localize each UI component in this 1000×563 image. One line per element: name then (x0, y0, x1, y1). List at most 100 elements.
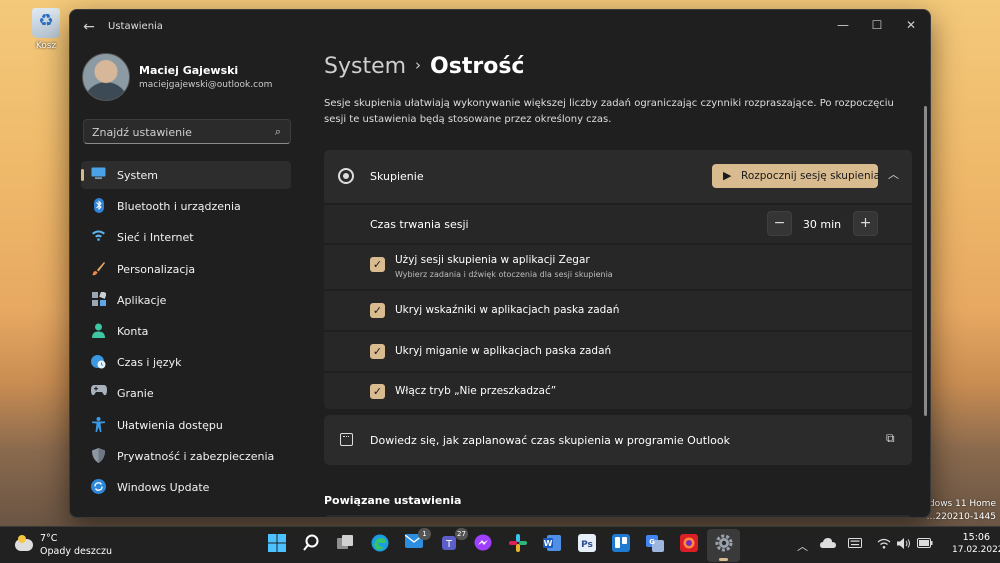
sidebar-item-label: Sieć i Internet (117, 231, 194, 245)
chevron-up-icon[interactable]: ︿ (888, 166, 899, 182)
recycle-bin-icon (32, 8, 60, 38)
page-title: Ostrość (430, 54, 525, 79)
scrollbar[interactable] (924, 106, 927, 416)
sidebar-item-bluetooth[interactable]: Bluetooth i urządzenia (81, 192, 291, 220)
sidebar-item-label: Personalizacja (117, 262, 196, 276)
checkbox-do-not-disturb[interactable]: ✓ (370, 384, 385, 399)
translator-icon[interactable]: G (644, 534, 666, 556)
clock-time: 15:06 (962, 532, 990, 543)
wifi-icon (91, 229, 106, 244)
option-label: Użyj sesji skupienia w aplikacji Zegar (395, 254, 590, 266)
outlook-link-card[interactable]: Dowiedz się, jak zaplanować czas skupien… (324, 415, 912, 465)
search-icon[interactable]: ⌕ (275, 125, 281, 139)
volume-icon[interactable] (897, 538, 911, 552)
settings-window: ← Ustawienia — ☐ ✕ Maciej Gajewski macie… (69, 9, 931, 518)
checkbox-clock-app[interactable]: ✓ (370, 257, 385, 272)
clock[interactable]: 15:06 17.02.2022 (952, 532, 1000, 555)
sidebar-item-label: Konta (117, 324, 149, 338)
focus-card-title: Skupienie (370, 170, 424, 183)
brush-icon (91, 261, 106, 276)
chevron-up-tray-icon[interactable]: ︿ (797, 538, 808, 554)
sidebar-item-label: Windows Update (117, 480, 210, 494)
checkbox-hide-flashing[interactable]: ✓ (370, 344, 385, 359)
option-label: Ukryj wskaźniki w aplikacjach paska zada… (395, 304, 620, 316)
sidebar-item-apps[interactable]: Aplikacje (81, 286, 291, 314)
onedrive-icon[interactable] (820, 538, 836, 551)
outlook-link-label: Dowiedz się, jak zaplanować czas skupien… (370, 434, 730, 447)
increase-duration-button[interactable]: + (853, 211, 878, 236)
search-taskbar-icon[interactable] (300, 534, 322, 556)
sidebar-item-system[interactable]: System (81, 161, 291, 189)
weather-icon (15, 535, 33, 551)
back-button[interactable]: ← (78, 17, 100, 37)
settings-gear-icon[interactable] (713, 534, 735, 556)
trello-icon[interactable] (610, 534, 632, 556)
sidebar-item-time-language[interactable]: Czas i język (81, 348, 291, 376)
sidebar-item-label: System (117, 169, 159, 182)
svg-text:W: W (544, 539, 553, 548)
breadcrumb-system[interactable]: System (324, 54, 406, 79)
weather-condition: Opady deszczu (40, 546, 113, 557)
option-hide-badges[interactable]: ✓ Ukryj wskaźniki w aplikacjach paska za… (324, 291, 912, 330)
teams-icon[interactable]: T 27 (440, 528, 468, 556)
sidebar-nav: System Bluetooth i urządzenia Sieć i Int… (81, 161, 291, 504)
app-title: Ustawienia (108, 21, 163, 32)
account-icon (91, 323, 106, 338)
weather-temp: 7°C (40, 533, 58, 544)
related-settings-header: Powiązane ustawienia (324, 494, 462, 507)
sidebar-item-label: Granie (117, 387, 154, 401)
calendar-icon (340, 433, 353, 446)
search-input[interactable]: Znajdź ustawienie ⌕ (83, 119, 291, 144)
focus-card-header[interactable]: Skupienie ▶ Rozpocznij sesję skupienia ︿ (324, 150, 912, 203)
battery-icon[interactable] (917, 538, 933, 551)
slack-icon[interactable] (507, 534, 529, 556)
sidebar-item-accessibility[interactable]: Ułatwienia dostępu (81, 411, 291, 439)
gamepad-icon (91, 385, 107, 400)
option-do-not-disturb[interactable]: ✓ Włącz tryb „Nie przeszkadzać” (324, 373, 912, 409)
accessibility-icon (91, 416, 106, 432)
apps-icon (91, 290, 107, 307)
checkbox-hide-badges[interactable]: ✓ (370, 303, 385, 318)
sidebar-item-accounts[interactable]: Konta (81, 317, 291, 345)
sidebar-item-label: Ułatwienia dostępu (117, 418, 223, 432)
option-hide-flashing[interactable]: ✓ Ukryj miganie w aplikacjach paska zada… (324, 332, 912, 371)
breadcrumb: System › Ostrość (324, 54, 524, 79)
start-icon[interactable] (266, 534, 288, 556)
task-view-icon[interactable] (334, 534, 356, 556)
session-duration-row: Czas trwania sesji − 30 min + (324, 205, 912, 243)
sidebar-item-personalization[interactable]: Personalizacja (81, 255, 291, 283)
option-label: Ukryj miganie w aplikacjach paska zadań (395, 345, 612, 357)
option-clock-app[interactable]: ✓ Użyj sesji skupienia w aplikacji Zegar… (324, 245, 912, 289)
wifi-tray-icon[interactable] (877, 538, 891, 552)
sidebar-item-privacy[interactable]: Prywatność i zabezpieczenia (81, 442, 291, 470)
svg-text:T: T (445, 539, 453, 550)
start-focus-session-button[interactable]: ▶ Rozpocznij sesję skupienia (712, 164, 880, 188)
recycle-bin-desktop-icon[interactable]: Kosz (26, 8, 66, 51)
profile-name: Maciej Gajewski (139, 64, 239, 77)
word-icon[interactable]: W (541, 534, 563, 556)
teams-badge: 27 (455, 528, 468, 540)
sidebar-item-windows-update[interactable]: Windows Update (81, 473, 291, 501)
decrease-duration-button[interactable]: − (767, 211, 792, 236)
mail-badge: 1 (418, 528, 431, 540)
duration-value: 30 min (802, 218, 842, 231)
sidebar-item-gaming[interactable]: Granie (81, 379, 291, 407)
avatar (82, 53, 130, 101)
messenger-icon[interactable] (472, 534, 494, 556)
related-settings-card[interactable] (324, 515, 912, 517)
option-sublabel: Wybierz zadania i dźwięk otoczenia dla s… (395, 270, 613, 279)
update-icon (91, 478, 106, 494)
recycle-bin-label: Kosz (35, 41, 57, 51)
focus-icon (338, 168, 354, 184)
sidebar-item-network[interactable]: Sieć i Internet (81, 223, 291, 251)
edge-icon[interactable] (369, 534, 391, 556)
mail-icon[interactable]: 1 (403, 528, 431, 556)
keyboard-icon[interactable] (848, 538, 862, 551)
photoshop-icon[interactable]: Ps (576, 534, 598, 556)
creative-cloud-icon[interactable] (678, 534, 700, 556)
option-label: Włącz tryb „Nie przeszkadzać” (395, 385, 557, 397)
profile-email: maciejgajewski@outlook.com (139, 80, 273, 90)
bluetooth-icon (91, 198, 106, 214)
breadcrumb-separator: › (415, 56, 422, 74)
sidebar-item-label: Bluetooth i urządzenia (117, 200, 241, 214)
